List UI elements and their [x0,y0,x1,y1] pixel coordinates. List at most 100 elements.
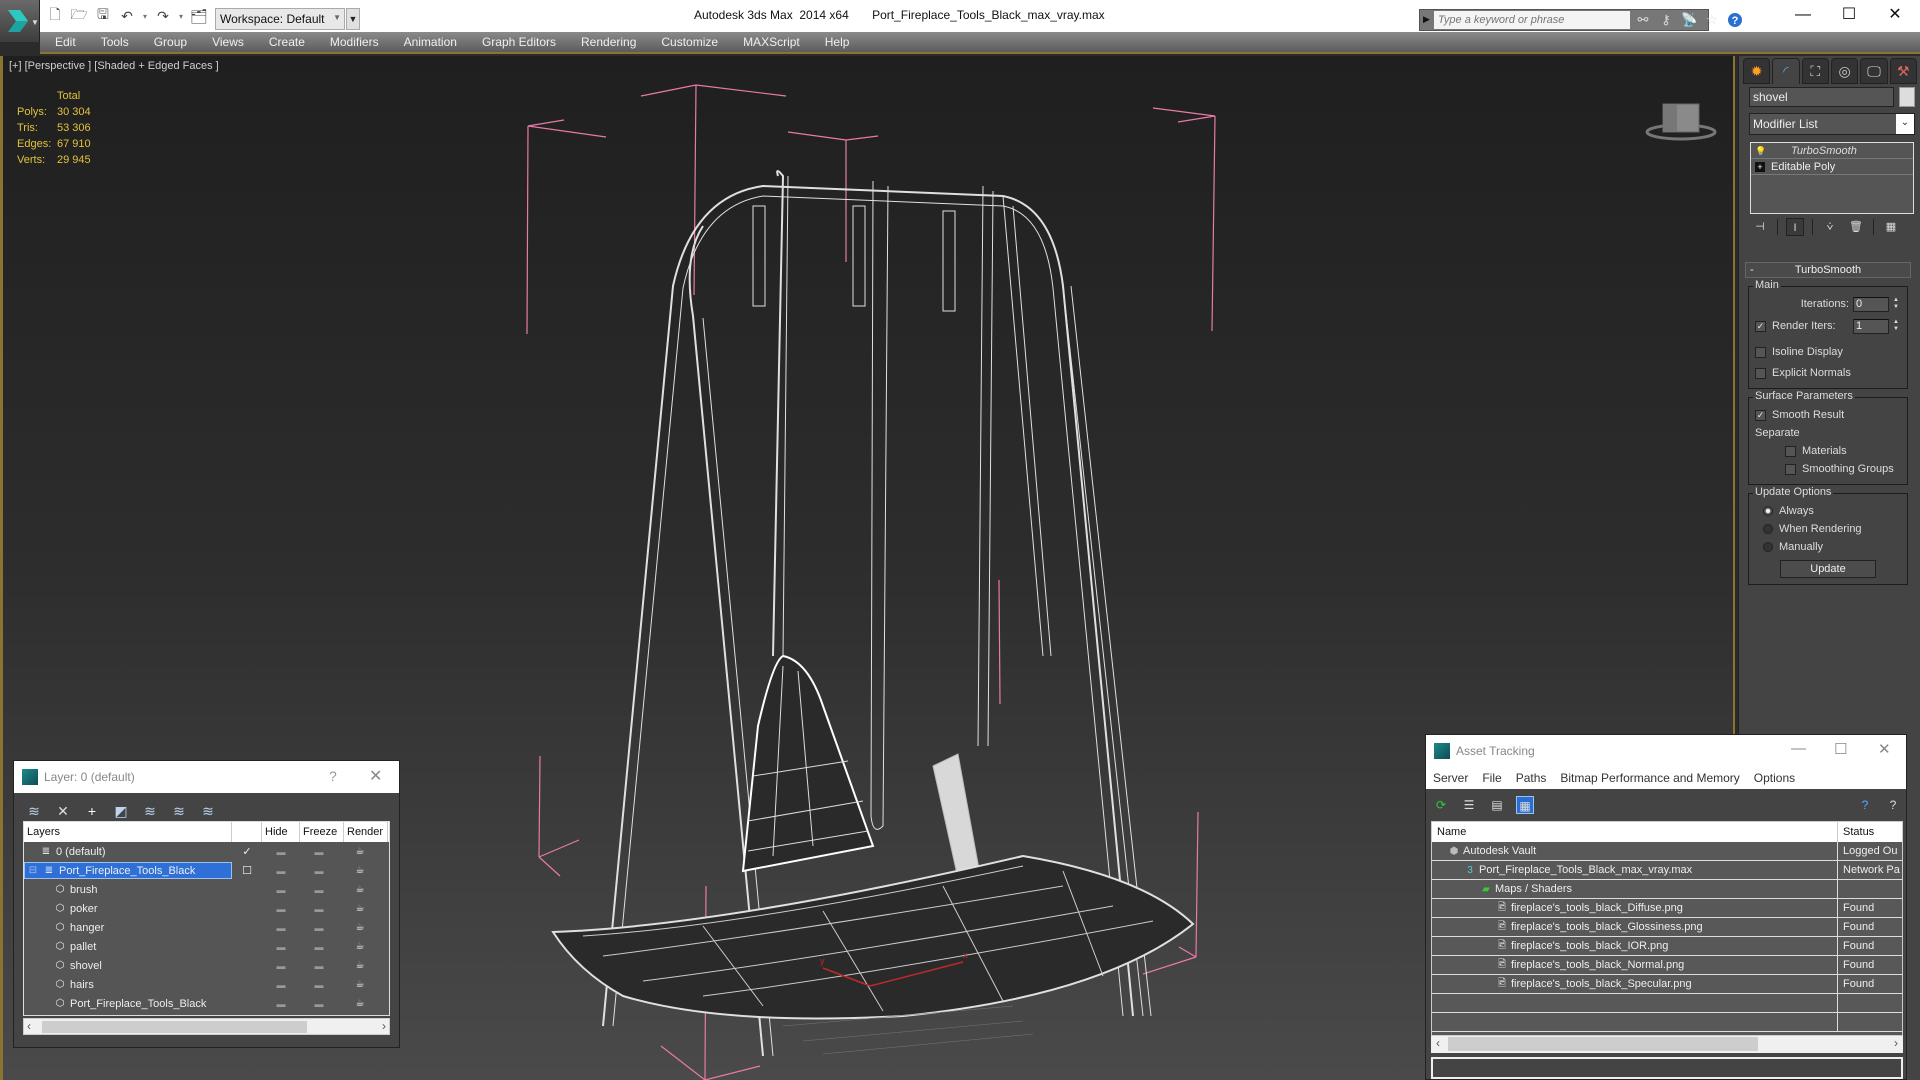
render-teapot-icon[interactable]: ☕ [338,884,382,895]
show-end-result-icon[interactable]: I [1786,218,1804,236]
workspace-dropdown[interactable]: Workspace: Default ▼ [215,8,345,30]
tree-view-icon[interactable]: ▤ [1488,796,1506,814]
hide-toggle[interactable]: ▬ [262,980,300,990]
asset-row[interactable]: ▰ Maps / Shaders [1432,880,1902,899]
viewcube[interactable] [1641,92,1721,142]
delete-layer-icon[interactable]: ✕ [53,801,73,821]
asset-row[interactable] [1432,1013,1902,1032]
undo-icon[interactable]: ↶ [116,5,138,27]
current-layer-toggle[interactable]: ☐ [232,864,262,877]
hide-toggle[interactable]: ▬ [262,999,300,1009]
render-teapot-icon[interactable]: ☕ [338,865,382,876]
spinner-arrows-icon[interactable]: ▲ ▼ [1891,319,1901,334]
new-file-icon[interactable]: 🗋 [44,5,66,27]
select-objects-icon[interactable]: ◩ [111,801,131,821]
menu-graph-editors[interactable]: Graph Editors [482,35,556,49]
asset-row[interactable]: 🖻 fireplace's_tools_black_Diffuse.png Foun… [1432,899,1902,918]
scroll-left-icon[interactable]: ‹ [1436,1036,1440,1050]
hide-toggle[interactable]: ▬ [262,961,300,971]
layer-name-cell[interactable]: ⬡ pallet [24,938,232,955]
minimize-button[interactable]: — [1780,0,1826,32]
expand-arrow-icon[interactable]: ▶ [1423,14,1430,25]
freeze-toggle[interactable]: ▬ [300,999,338,1009]
redo-icon[interactable]: ↷ [152,5,174,27]
asset-row[interactable]: 🖻 fireplace's_tools_black_Normal.png Found [1432,956,1902,975]
smoothing-groups-checkbox[interactable] [1785,463,1796,475]
menu-customize[interactable]: Customize [661,35,718,49]
current-layer-toggle[interactable]: ✓ [232,845,262,858]
create-layer-icon[interactable]: ≋ [24,801,44,821]
layer-row[interactable]: ⬡ brush ▬ ▬ ☕ [24,880,389,899]
close-button[interactable]: ✕ [1878,740,1891,758]
close-button[interactable]: ✕ [1872,0,1918,32]
render-teapot-icon[interactable]: ☕ [338,903,382,914]
select-layer-icon[interactable]: ≋ [140,801,160,821]
application-menu-button[interactable]: ▼ [0,0,40,42]
satellite-icon[interactable]: 📡 [1681,12,1697,28]
menu-server[interactable]: Server [1433,771,1468,785]
render-iters-spinner[interactable] [1853,318,1889,334]
scroll-right-icon[interactable]: › [382,1019,386,1033]
when-rendering-radio[interactable] [1763,524,1773,534]
help-icon[interactable]: ? [1884,796,1902,814]
hierarchy-tab[interactable]: ⛶ [1801,58,1829,84]
hide-toggle[interactable]: ▬ [262,923,300,933]
asset-row[interactable]: ⬢ Autodesk Vault Logged Ou [1432,842,1902,861]
render-iters-checkbox[interactable]: ✓ [1755,320,1766,332]
scrollbar-thumb[interactable] [1448,1037,1758,1051]
horizontal-scrollbar[interactable]: ‹ › [1431,1036,1903,1053]
hide-toggle[interactable]: ▬ [262,942,300,952]
asset-path-field[interactable] [1431,1057,1903,1079]
highlight-layer-icon[interactable]: ≋ [169,801,189,821]
layer-name-cell[interactable]: ⬡ hairs [24,976,232,993]
hide-toggle[interactable]: ▬ [262,885,300,895]
collapse-icon[interactable]: ⊟ [27,865,39,876]
customize-toolbar-button[interactable]: ▼ [346,8,360,30]
menu-file[interactable]: File [1482,771,1501,785]
star-icon[interactable]: ☆ [1704,12,1720,28]
help-button[interactable]: ? [329,768,337,784]
scroll-left-icon[interactable]: ‹ [27,1019,31,1033]
save-icon[interactable]: 🖫 [92,5,114,27]
object-name-field[interactable]: shovel [1749,87,1894,107]
menu-tools[interactable]: Tools [101,35,129,49]
col-hide[interactable]: Hide [262,822,300,842]
hide-toggle[interactable]: ▬ [262,847,300,857]
redo-dropdown-icon[interactable]: ▾ [176,5,186,27]
freeze-toggle[interactable]: ▬ [300,904,338,914]
freeze-toggle[interactable]: ▬ [300,847,338,857]
add-to-layer-icon[interactable]: + [82,801,102,821]
menu-help[interactable]: Help [825,35,850,49]
menu-group[interactable]: Group [154,35,187,49]
search-input[interactable] [1434,11,1630,29]
menu-edit[interactable]: Edit [55,35,76,49]
menu-options[interactable]: Options [1754,771,1795,785]
maximize-button[interactable]: ☐ [1834,740,1847,758]
project-folder-icon[interactable]: 🗂 [188,5,210,27]
menu-create[interactable]: Create [269,35,305,49]
layer-row[interactable]: ⬡ hairs ▬ ▬ ☕ [24,975,389,994]
close-button[interactable]: ✕ [369,766,382,786]
spinner-arrows-icon[interactable]: ▲ ▼ [1891,297,1901,312]
smooth-result-checkbox[interactable]: ✓ [1755,409,1766,421]
horizontal-scrollbar[interactable]: ‹ › [23,1018,390,1035]
col-current[interactable] [232,822,262,842]
pin-stack-icon[interactable]: ⊣ [1751,218,1769,236]
iterations-spinner[interactable] [1853,296,1889,312]
scroll-right-icon[interactable]: › [1894,1036,1898,1050]
minimize-button[interactable]: — [1791,740,1806,757]
hide-toggle[interactable]: ▬ [262,904,300,914]
col-freeze[interactable]: Freeze [300,822,344,842]
asset-row[interactable]: 🖻 fireplace's_tools_black_Specular.png Fou… [1432,975,1902,994]
layer-row[interactable]: ⬡ poker ▬ ▬ ☕ [24,899,389,918]
asset-row[interactable]: 3 Port_Fireplace_Tools_Black_max_vray.max… [1432,861,1902,880]
table-view-icon[interactable]: ▦ [1516,796,1534,814]
menu-modifiers[interactable]: Modifiers [330,35,379,49]
online-help-icon[interactable]: ? [1856,796,1874,814]
object-color-swatch[interactable] [1899,87,1915,107]
scrollbar-thumb[interactable] [42,1021,307,1033]
col-layers[interactable]: Layers [24,822,232,842]
isoline-display-checkbox[interactable] [1755,346,1766,358]
modify-tab[interactable]: ◜ [1772,58,1800,84]
freeze-toggle[interactable]: ▬ [300,942,338,952]
